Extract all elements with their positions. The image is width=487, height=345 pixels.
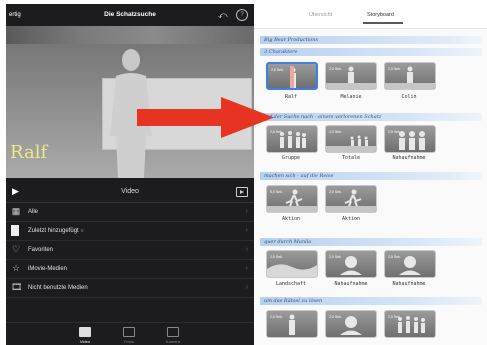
media-row-label: Alle xyxy=(28,209,39,215)
storyboard-clip[interactable]: 5,0 Sek. xyxy=(266,185,318,213)
tab-storyboard[interactable]: Storyboard xyxy=(367,12,394,18)
clip-floor xyxy=(326,206,376,212)
film-icon: 🎞 xyxy=(11,282,23,292)
media-row-recent[interactable]: Zuletzt hinzugefügt ≡ › xyxy=(6,222,254,241)
tab-underline xyxy=(363,22,403,24)
storyboard-title[interactable]: Big Bear Productions xyxy=(260,36,482,44)
undo-icon[interactable]: ⤺ xyxy=(218,10,228,20)
app-window: ertig Die Schatzsuche ⤺ ? Ralf ▶ Video ▦… xyxy=(0,0,487,345)
tab-camera[interactable]: Kamera xyxy=(158,327,188,344)
tab-photos[interactable]: Fotos xyxy=(114,327,144,344)
clip-floor xyxy=(290,66,294,88)
chevron-right-icon: › xyxy=(245,227,248,234)
storyboard-clip[interactable]: 2,5 Sek. xyxy=(325,62,377,90)
media-row-label: Favoriten xyxy=(28,247,54,253)
clip-duration: 4,0 Sek. xyxy=(329,130,342,134)
section-header[interactable]: machen sich - auf die Reise xyxy=(260,172,482,180)
tab-video[interactable]: Video xyxy=(70,327,100,344)
clip-floor xyxy=(267,206,317,212)
star-icon: ☆ xyxy=(11,263,21,273)
clip-caption: Nahaufnahme xyxy=(392,281,426,287)
storyboard-clip[interactable]: 2,5 Sek. xyxy=(325,185,377,213)
storyboard-clip[interactable]: 2,5 Sek. xyxy=(384,310,436,338)
clip-caption: Melanie xyxy=(340,94,362,100)
grid-icon: ▦ xyxy=(11,206,21,216)
storyboard-clip[interactable]: 2,5 Sek. xyxy=(266,310,318,338)
clip-floor xyxy=(326,146,376,152)
clip-caption: Nahaufnahme xyxy=(392,155,426,161)
section-header[interactable]: 3 Charaktere xyxy=(260,48,482,56)
media-row-label: Nicht benutzte Medien xyxy=(28,285,88,291)
media-row-label: iMovie-Medien xyxy=(28,266,68,272)
chevron-right-icon: › xyxy=(245,208,248,215)
clip-duration: 2,5 Sek. xyxy=(329,190,342,194)
storyboard-clip[interactable]: 2,5 Sek. xyxy=(325,310,377,338)
clip-caption: Colin xyxy=(401,94,417,100)
clip-closeup-icon xyxy=(340,256,362,275)
tab-bar: Video Fotos Kamera xyxy=(6,322,254,345)
segmented-control: Übersicht Storyboard xyxy=(254,0,487,29)
fullscreen-icon[interactable] xyxy=(236,187,248,197)
storyboard-clip[interactable]: 2,5 Sek. xyxy=(384,62,436,90)
clip-closeup-icon xyxy=(340,316,362,335)
clip-duration: 5,0 Sek. xyxy=(270,190,283,194)
clip-closeup-icon xyxy=(399,256,421,275)
video-header: ▶ Video xyxy=(6,182,254,203)
help-button[interactable]: ? xyxy=(236,9,248,21)
chevron-right-icon: › xyxy=(245,265,248,272)
clip-group-icon xyxy=(398,316,425,333)
storyboard-clip[interactable]: 4,0 Sek. xyxy=(325,125,377,153)
clip-duration: 2,5 Sek. xyxy=(329,67,342,71)
chevron-right-icon: › xyxy=(245,284,248,291)
clip-floor xyxy=(326,83,376,89)
left-panel: ertig Die Schatzsuche ⤺ ? Ralf ▶ Video ▦… xyxy=(6,4,254,345)
storyboard-clip[interactable]: 2,5 Sek. xyxy=(266,250,318,278)
chevron-right-icon: › xyxy=(245,246,248,253)
section-header[interactable]: um das Rätsel zu lösen xyxy=(260,297,482,305)
media-list: ▦ Alle › Zuletzt hinzugefügt ≡ › ♡ Favori… xyxy=(6,203,254,298)
video-label: Video xyxy=(121,188,139,195)
storyboard-clip[interactable]: 2,5 Sek. xyxy=(384,250,436,278)
heart-icon: ♡ xyxy=(11,244,21,254)
photos-tab-icon xyxy=(123,327,135,337)
recent-icon xyxy=(11,225,19,236)
tab-overview[interactable]: Übersicht xyxy=(309,12,332,18)
clip-caption: Aktion xyxy=(341,216,361,222)
annotation-arrow-icon xyxy=(137,97,274,138)
clip-caption: Aktion xyxy=(281,216,301,222)
media-row-favorites[interactable]: ♡ Favoriten › xyxy=(6,241,254,260)
media-row-imovie[interactable]: ☆ iMovie-Medien › xyxy=(6,260,254,279)
clip-duration: 2,5 Sek. xyxy=(270,315,283,319)
recent-badge: ≡ xyxy=(80,228,84,234)
clip-figure-icon xyxy=(289,314,295,335)
clip-caption: Nahaufnahme xyxy=(334,281,368,287)
clip-group-icon xyxy=(280,131,306,148)
media-row-unused[interactable]: 🎞 Nicht benutzte Medien › xyxy=(6,279,254,298)
top-bar: ertig Die Schatzsuche ⤺ ? xyxy=(6,4,254,26)
clip-duration: 2,5 Sek. xyxy=(388,67,401,71)
section-header[interactable]: auf der Suche nach - einem verlorenen Sc… xyxy=(260,113,482,121)
camera-tab-icon xyxy=(167,327,179,337)
storyboard-clip[interactable]: 2,5 Sek. xyxy=(266,62,318,90)
clip-floor xyxy=(385,83,435,89)
media-row-label: Zuletzt hinzugefügt ≡ xyxy=(28,228,84,234)
media-row-all[interactable]: ▦ Alle › xyxy=(6,203,254,222)
video-tab-icon xyxy=(79,327,91,337)
preview-caption: Ralf xyxy=(10,142,48,163)
clip-group-icon xyxy=(399,131,425,150)
clip-caption: Totale xyxy=(341,155,361,161)
storyboard-clip[interactable]: 2,5 Sek. xyxy=(384,125,436,153)
clip-landscape-icon xyxy=(267,264,317,277)
clip-duration: 2,5 Sek. xyxy=(271,68,284,72)
clip-caption: Landschaft xyxy=(275,281,307,287)
storyboard-clip[interactable]: 2,5 Sek. xyxy=(325,250,377,278)
clip-caption: Gruppe xyxy=(281,155,301,161)
section-header[interactable]: quer durch Manila xyxy=(260,238,482,246)
project-title: Die Schatzsuche xyxy=(104,11,156,18)
right-panel: Übersicht Storyboard Big Bear Production… xyxy=(254,0,487,345)
